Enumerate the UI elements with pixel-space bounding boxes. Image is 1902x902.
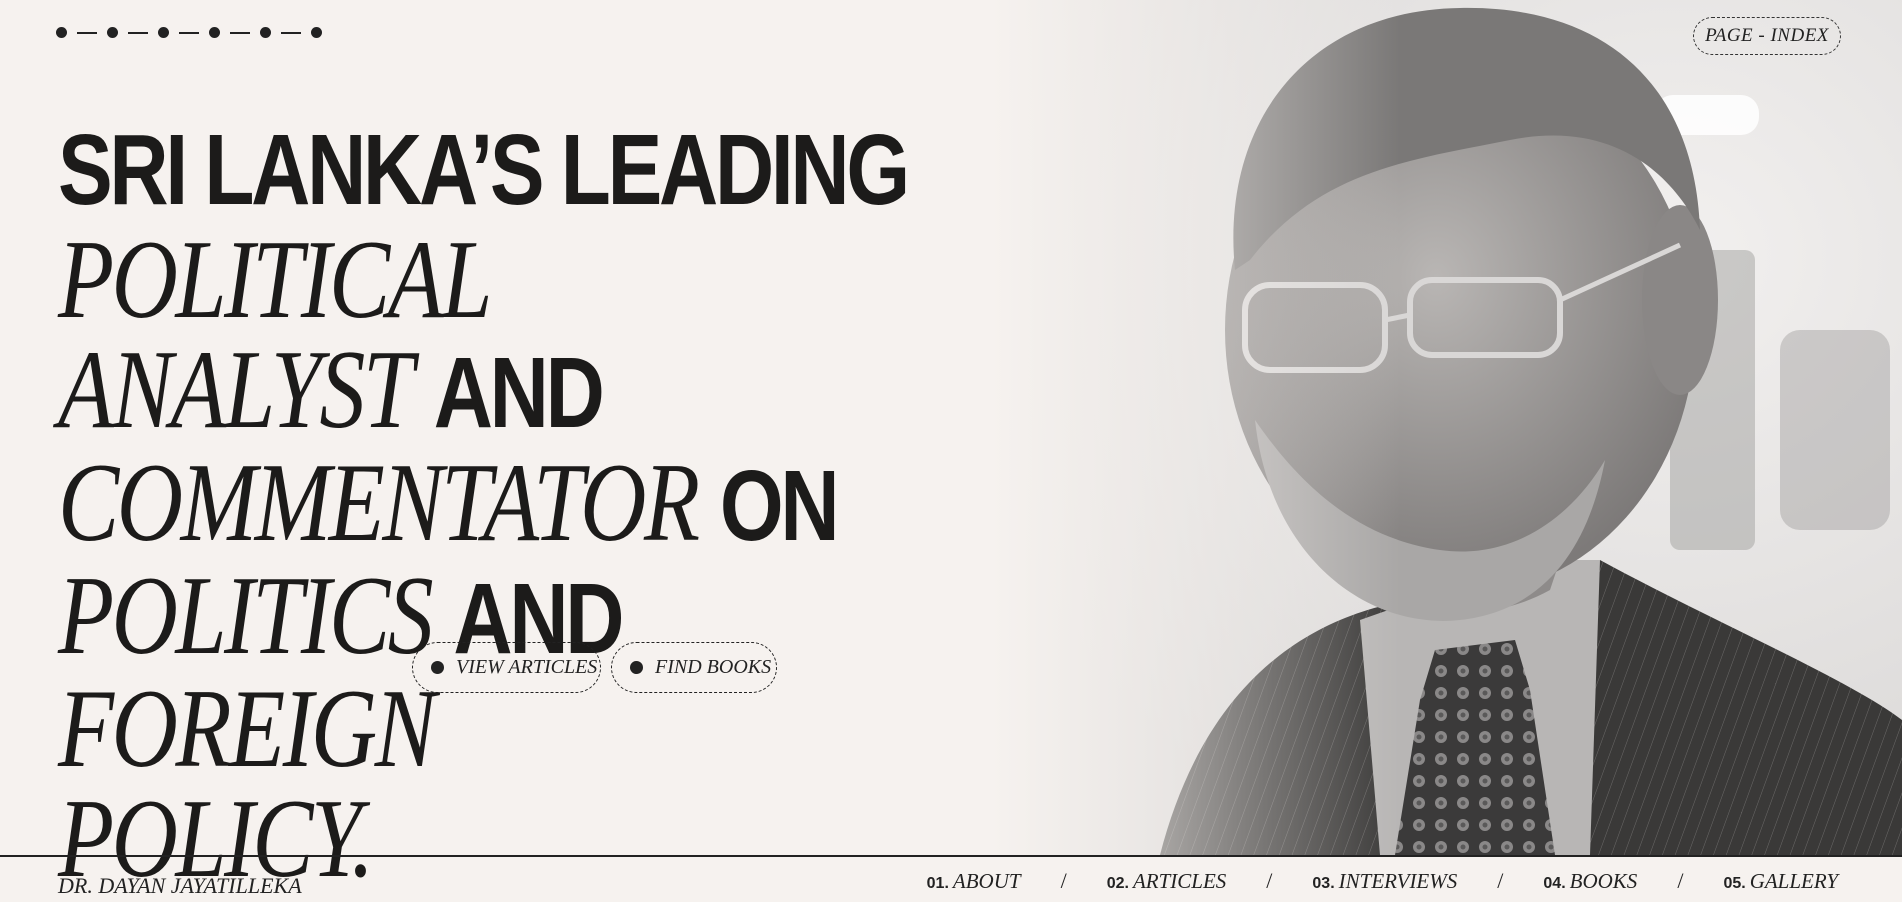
dash-icon: [179, 31, 199, 34]
nav-label: ABOUT: [952, 869, 1021, 893]
view-articles-label: VIEW ARTICLES: [456, 656, 598, 678]
headline-word: COMMENTATOR: [58, 441, 700, 565]
nav-label: ARTICLES: [1132, 869, 1227, 893]
dash-icon: [77, 31, 97, 34]
bullet-icon: [630, 661, 643, 674]
find-books-label: FIND BOOKS: [655, 656, 772, 678]
nav-number: 02.: [1106, 875, 1129, 892]
nav-label: INTERVIEWS: [1338, 869, 1458, 893]
nav-separator: /: [1497, 868, 1504, 893]
dash-icon: [230, 31, 250, 34]
dash-icon: [281, 31, 301, 34]
dot-icon: [56, 27, 67, 38]
headline-word: ANALYST: [58, 328, 414, 452]
headline-word: POLITICS: [58, 554, 434, 678]
headline-word: AND: [433, 337, 605, 449]
nav-item-interviews[interactable]: 03. INTERVIEWS: [1312, 869, 1457, 894]
nav-number: 01.: [926, 875, 949, 892]
view-articles-button[interactable]: VIEW ARTICLES: [412, 642, 601, 693]
dot-icon: [311, 27, 322, 38]
dash-icon: [128, 31, 148, 34]
dot-icon: [260, 27, 271, 38]
nav-number: 04.: [1543, 875, 1566, 892]
site-name[interactable]: DR. DAYAN JAYATILLEKA: [58, 873, 302, 899]
dot-icon: [158, 27, 169, 38]
page-index-button[interactable]: PAGE - INDEX: [1693, 17, 1841, 55]
nav-item-books[interactable]: 04. BOOKS: [1543, 869, 1637, 894]
dot-icon: [209, 27, 220, 38]
portrait-photo: [990, 0, 1902, 855]
nav-number: 03.: [1312, 875, 1335, 892]
headline-word: POLITICAL: [58, 218, 492, 342]
footer-nav: 01. ABOUT / 02. ARTICLES / 03. INTERVIEW…: [927, 868, 1838, 894]
nav-label: GALLERY: [1749, 869, 1838, 893]
hero-headline: SRI LANKA’S LEADING POLITICAL ANALYST AN…: [58, 112, 960, 895]
nav-separator: /: [1266, 868, 1273, 893]
footer-divider: [0, 855, 1902, 857]
nav-label: BOOKS: [1569, 869, 1638, 893]
dot-icon: [107, 27, 118, 38]
nav-separator: /: [1677, 868, 1684, 893]
headline-word: SRI LANKA’S LEADING: [58, 114, 910, 226]
headline-word: ON: [719, 450, 840, 562]
nav-item-articles[interactable]: 02. ARTICLES: [1107, 869, 1227, 894]
nav-separator: /: [1060, 868, 1067, 893]
progress-dots: [56, 27, 322, 38]
headline-word: FOREIGN: [58, 667, 436, 791]
nav-number: 05.: [1723, 875, 1746, 892]
nav-item-about[interactable]: 01. ABOUT: [927, 869, 1021, 894]
nav-item-gallery[interactable]: 05. GALLERY: [1723, 869, 1838, 894]
bullet-icon: [431, 661, 444, 674]
find-books-button[interactable]: FIND BOOKS: [611, 642, 777, 693]
